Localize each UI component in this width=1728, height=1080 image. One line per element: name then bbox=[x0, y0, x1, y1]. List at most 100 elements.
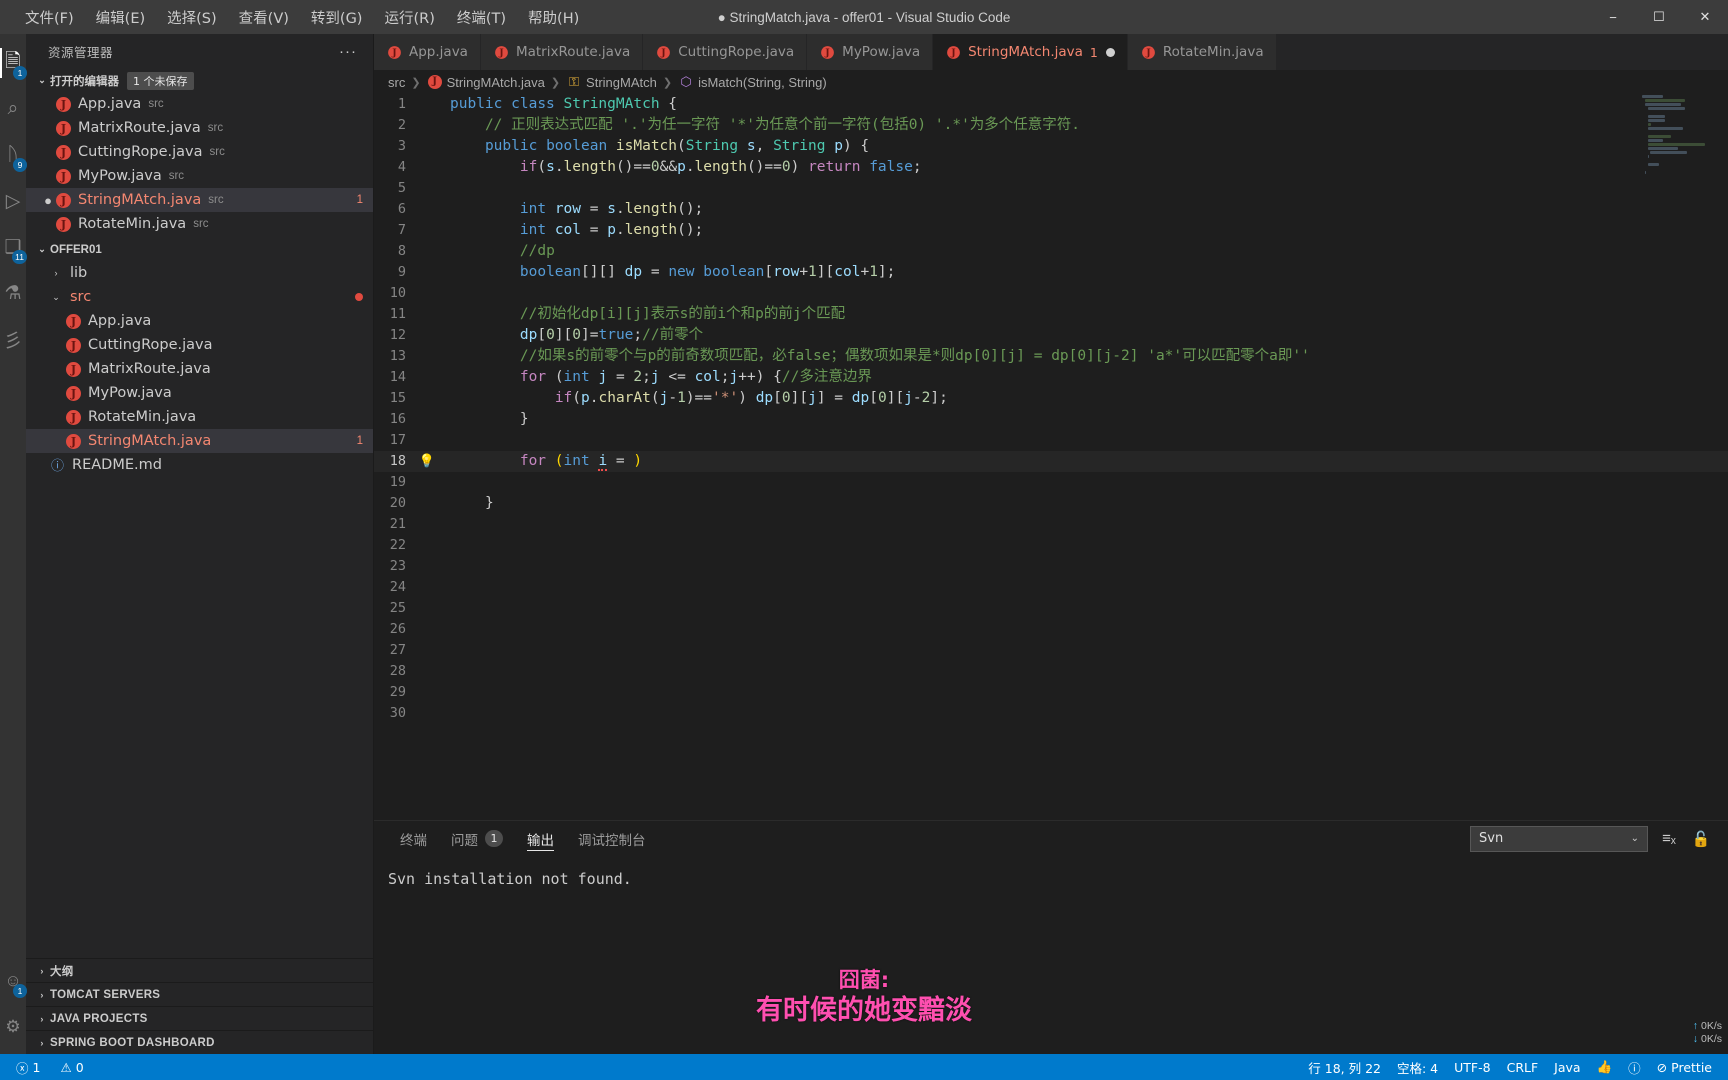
code-line[interactable]: 22 bbox=[374, 535, 1728, 556]
status-warnings[interactable]: ⚠ 0 bbox=[52, 1054, 91, 1080]
menu-terminal[interactable]: 终端(T) bbox=[446, 3, 517, 32]
status-eol[interactable]: CRLF bbox=[1499, 1054, 1547, 1080]
menu-selection[interactable]: 选择(S) bbox=[156, 3, 228, 32]
code-line[interactable]: 29 bbox=[374, 682, 1728, 703]
panel-tab[interactable]: 终端 bbox=[388, 821, 439, 856]
status-encoding[interactable]: UTF-8 bbox=[1446, 1054, 1498, 1080]
code-line[interactable]: 21 bbox=[374, 514, 1728, 535]
open-editor-item[interactable]: RotateMin.java src bbox=[26, 212, 373, 236]
editor-tab[interactable]: App.java bbox=[374, 34, 481, 70]
extensions-icon[interactable]: ❑ 11 bbox=[0, 224, 27, 270]
status-prettier[interactable]: ⊘ Prettie bbox=[1649, 1054, 1720, 1080]
code-line[interactable]: 11 //初始化dp[i][j]表示s的前i个和p的前j个匹配 bbox=[374, 304, 1728, 325]
file-item[interactable]: MatrixRoute.java bbox=[26, 357, 373, 381]
code-line[interactable]: 28 bbox=[374, 661, 1728, 682]
code-line[interactable]: 27 bbox=[374, 640, 1728, 661]
testing-beaker-icon[interactable]: ⚗ bbox=[0, 270, 26, 316]
code-line[interactable]: 23 bbox=[374, 556, 1728, 577]
code-line[interactable]: 17 bbox=[374, 430, 1728, 451]
editor-tab[interactable]: MyPow.java bbox=[807, 34, 934, 70]
panel-tab[interactable]: 问题 1 bbox=[439, 821, 515, 856]
code-line[interactable]: 24 bbox=[374, 577, 1728, 598]
code-line[interactable]: 30 bbox=[374, 703, 1728, 724]
sidebar-section-tomcat-servers[interactable]: › TOMCAT SERVERS bbox=[26, 982, 373, 1006]
sidebar-section-outline[interactable]: › 大纲 bbox=[26, 958, 373, 982]
open-editor-item[interactable]: App.java src bbox=[26, 92, 373, 116]
code-line[interactable]: 1 public class StringMAtch { bbox=[374, 94, 1728, 115]
code-line[interactable]: 8 //dp bbox=[374, 241, 1728, 262]
open-editor-item[interactable]: CuttingRope.java src bbox=[26, 140, 373, 164]
status-indentation[interactable]: 空格: 4 bbox=[1389, 1054, 1446, 1080]
code-line[interactable]: 10 bbox=[374, 283, 1728, 304]
file-item-readme[interactable]: ⓘ README.md bbox=[26, 453, 373, 477]
folder-item-lib[interactable]: › lib bbox=[26, 261, 373, 285]
menu-run[interactable]: 运行(R) bbox=[373, 3, 445, 32]
menu-go[interactable]: 转到(G) bbox=[300, 3, 374, 32]
file-item[interactable]: App.java bbox=[26, 309, 373, 333]
panel-tab[interactable]: 调试控制台 bbox=[566, 821, 658, 856]
maven-icon[interactable]: 彡 bbox=[0, 316, 26, 362]
menu-view[interactable]: 查看(V) bbox=[228, 3, 300, 32]
folder-item-src[interactable]: ⌄ src bbox=[26, 285, 373, 309]
code-editor[interactable]: 1 public class StringMAtch {2 // 正则表达式匹配 … bbox=[374, 94, 1728, 820]
breadcrumb-item[interactable]: ⬡ isMatch(String, String) bbox=[678, 74, 826, 90]
menu-help[interactable]: 帮助(H) bbox=[517, 3, 590, 32]
code-line[interactable]: 26 bbox=[374, 619, 1728, 640]
breadcrumb-item[interactable]: StringMAtch.java bbox=[427, 74, 545, 90]
code-line[interactable]: 18 💡 for (int i = ) bbox=[374, 451, 1728, 472]
code-line[interactable]: 14 for (int j = 2;j <= col;j++) {//多注意边界 bbox=[374, 367, 1728, 388]
code-line[interactable]: 3 public boolean isMatch(String s, Strin… bbox=[374, 136, 1728, 157]
open-editor-item[interactable]: MyPow.java src bbox=[26, 164, 373, 188]
code-line[interactable]: 9 boolean[][] dp = new boolean[row+1][co… bbox=[374, 262, 1728, 283]
run-debug-icon[interactable]: ▷ bbox=[0, 178, 26, 224]
code-line[interactable]: 20 } bbox=[374, 493, 1728, 514]
output-channel-select[interactable]: Svn ⌄ bbox=[1470, 825, 1648, 852]
editor-scrollbar[interactable] bbox=[1714, 94, 1728, 820]
breadcrumb-item[interactable]: src bbox=[388, 75, 405, 90]
editor-tab[interactable]: StringMAtch.java 1 bbox=[933, 34, 1128, 70]
search-icon[interactable]: ⌕ bbox=[0, 86, 26, 132]
source-control-icon[interactable]: ᚢ9 bbox=[0, 132, 27, 178]
tab-dirty-icon[interactable] bbox=[1105, 47, 1115, 57]
maximize-button[interactable]: ☐ bbox=[1636, 0, 1682, 34]
status-line-col[interactable]: 行 18, 列 22 bbox=[1300, 1054, 1389, 1080]
editor-tab[interactable]: MatrixRoute.java bbox=[480, 34, 644, 70]
file-item[interactable]: CuttingRope.java bbox=[26, 333, 373, 357]
clear-output-icon[interactable]: ≡ₓ bbox=[1658, 830, 1680, 847]
status-errors[interactable]: ⓧ 1 bbox=[8, 1054, 48, 1080]
panel-tab[interactable]: 输出 bbox=[515, 821, 566, 856]
code-lines-container[interactable]: 1 public class StringMAtch {2 // 正则表达式匹配 … bbox=[374, 94, 1728, 820]
files-explorer-icon[interactable]: 🗎 1 bbox=[0, 40, 27, 86]
status-language[interactable]: Java bbox=[1546, 1054, 1588, 1080]
settings-gear-icon[interactable]: ⚙ bbox=[0, 1004, 26, 1050]
lock-scroll-icon[interactable]: 🔓 bbox=[1690, 830, 1712, 848]
code-line[interactable]: 6 int row = s.length(); bbox=[374, 199, 1728, 220]
menu-file[interactable]: 文件(F) bbox=[14, 3, 85, 32]
menu-edit[interactable]: 编辑(E) bbox=[85, 3, 156, 32]
open-editors-section-header[interactable]: ⌄ 打开的编辑器 1 个未保存 bbox=[26, 69, 373, 92]
close-button[interactable]: ✕ bbox=[1682, 0, 1728, 34]
code-line[interactable]: 16 } bbox=[374, 409, 1728, 430]
code-line[interactable]: 4 if(s.length()==0&&p.length()==0) retur… bbox=[374, 157, 1728, 178]
code-line[interactable]: 19 bbox=[374, 472, 1728, 493]
sidebar-section-spring-boot-dashboard[interactable]: › SPRING BOOT DASHBOARD bbox=[26, 1030, 373, 1054]
project-section-header[interactable]: ⌄ OFFER01 bbox=[26, 238, 373, 261]
code-line[interactable]: 25 bbox=[374, 598, 1728, 619]
sidebar-section-java-projects[interactable]: › JAVA PROJECTS bbox=[26, 1006, 373, 1030]
status-notifications[interactable]: ⓘ bbox=[1620, 1054, 1649, 1080]
file-item[interactable]: MyPow.java bbox=[26, 381, 373, 405]
file-item[interactable]: StringMAtch.java 1 bbox=[26, 429, 373, 453]
code-line[interactable]: 12 dp[0][0]=true;//前零个 bbox=[374, 325, 1728, 346]
file-item[interactable]: RotateMin.java bbox=[26, 405, 373, 429]
open-editor-item[interactable]: ● StringMAtch.java src 1 bbox=[26, 188, 373, 212]
minimize-button[interactable]: − bbox=[1590, 0, 1636, 34]
breadcrumb-item[interactable]: ⚿ StringMAtch bbox=[566, 74, 657, 90]
quick-fix-lightbulb-icon[interactable]: 💡 bbox=[416, 451, 438, 472]
code-line[interactable]: 2 // 正则表达式匹配 '.'为任一字符 '*'为任意个前一字符(包括0) '… bbox=[374, 115, 1728, 136]
code-line[interactable]: 13 //如果s的前零个与p的前奇数项匹配，必false；偶数项如果是*则dp[… bbox=[374, 346, 1728, 367]
status-feedback[interactable]: 👍 bbox=[1589, 1054, 1621, 1080]
editor-tab[interactable]: RotateMin.java bbox=[1127, 34, 1277, 70]
code-line[interactable]: 7 int col = p.length(); bbox=[374, 220, 1728, 241]
editor-tab[interactable]: CuttingRope.java bbox=[643, 34, 808, 70]
code-line[interactable]: 5 bbox=[374, 178, 1728, 199]
